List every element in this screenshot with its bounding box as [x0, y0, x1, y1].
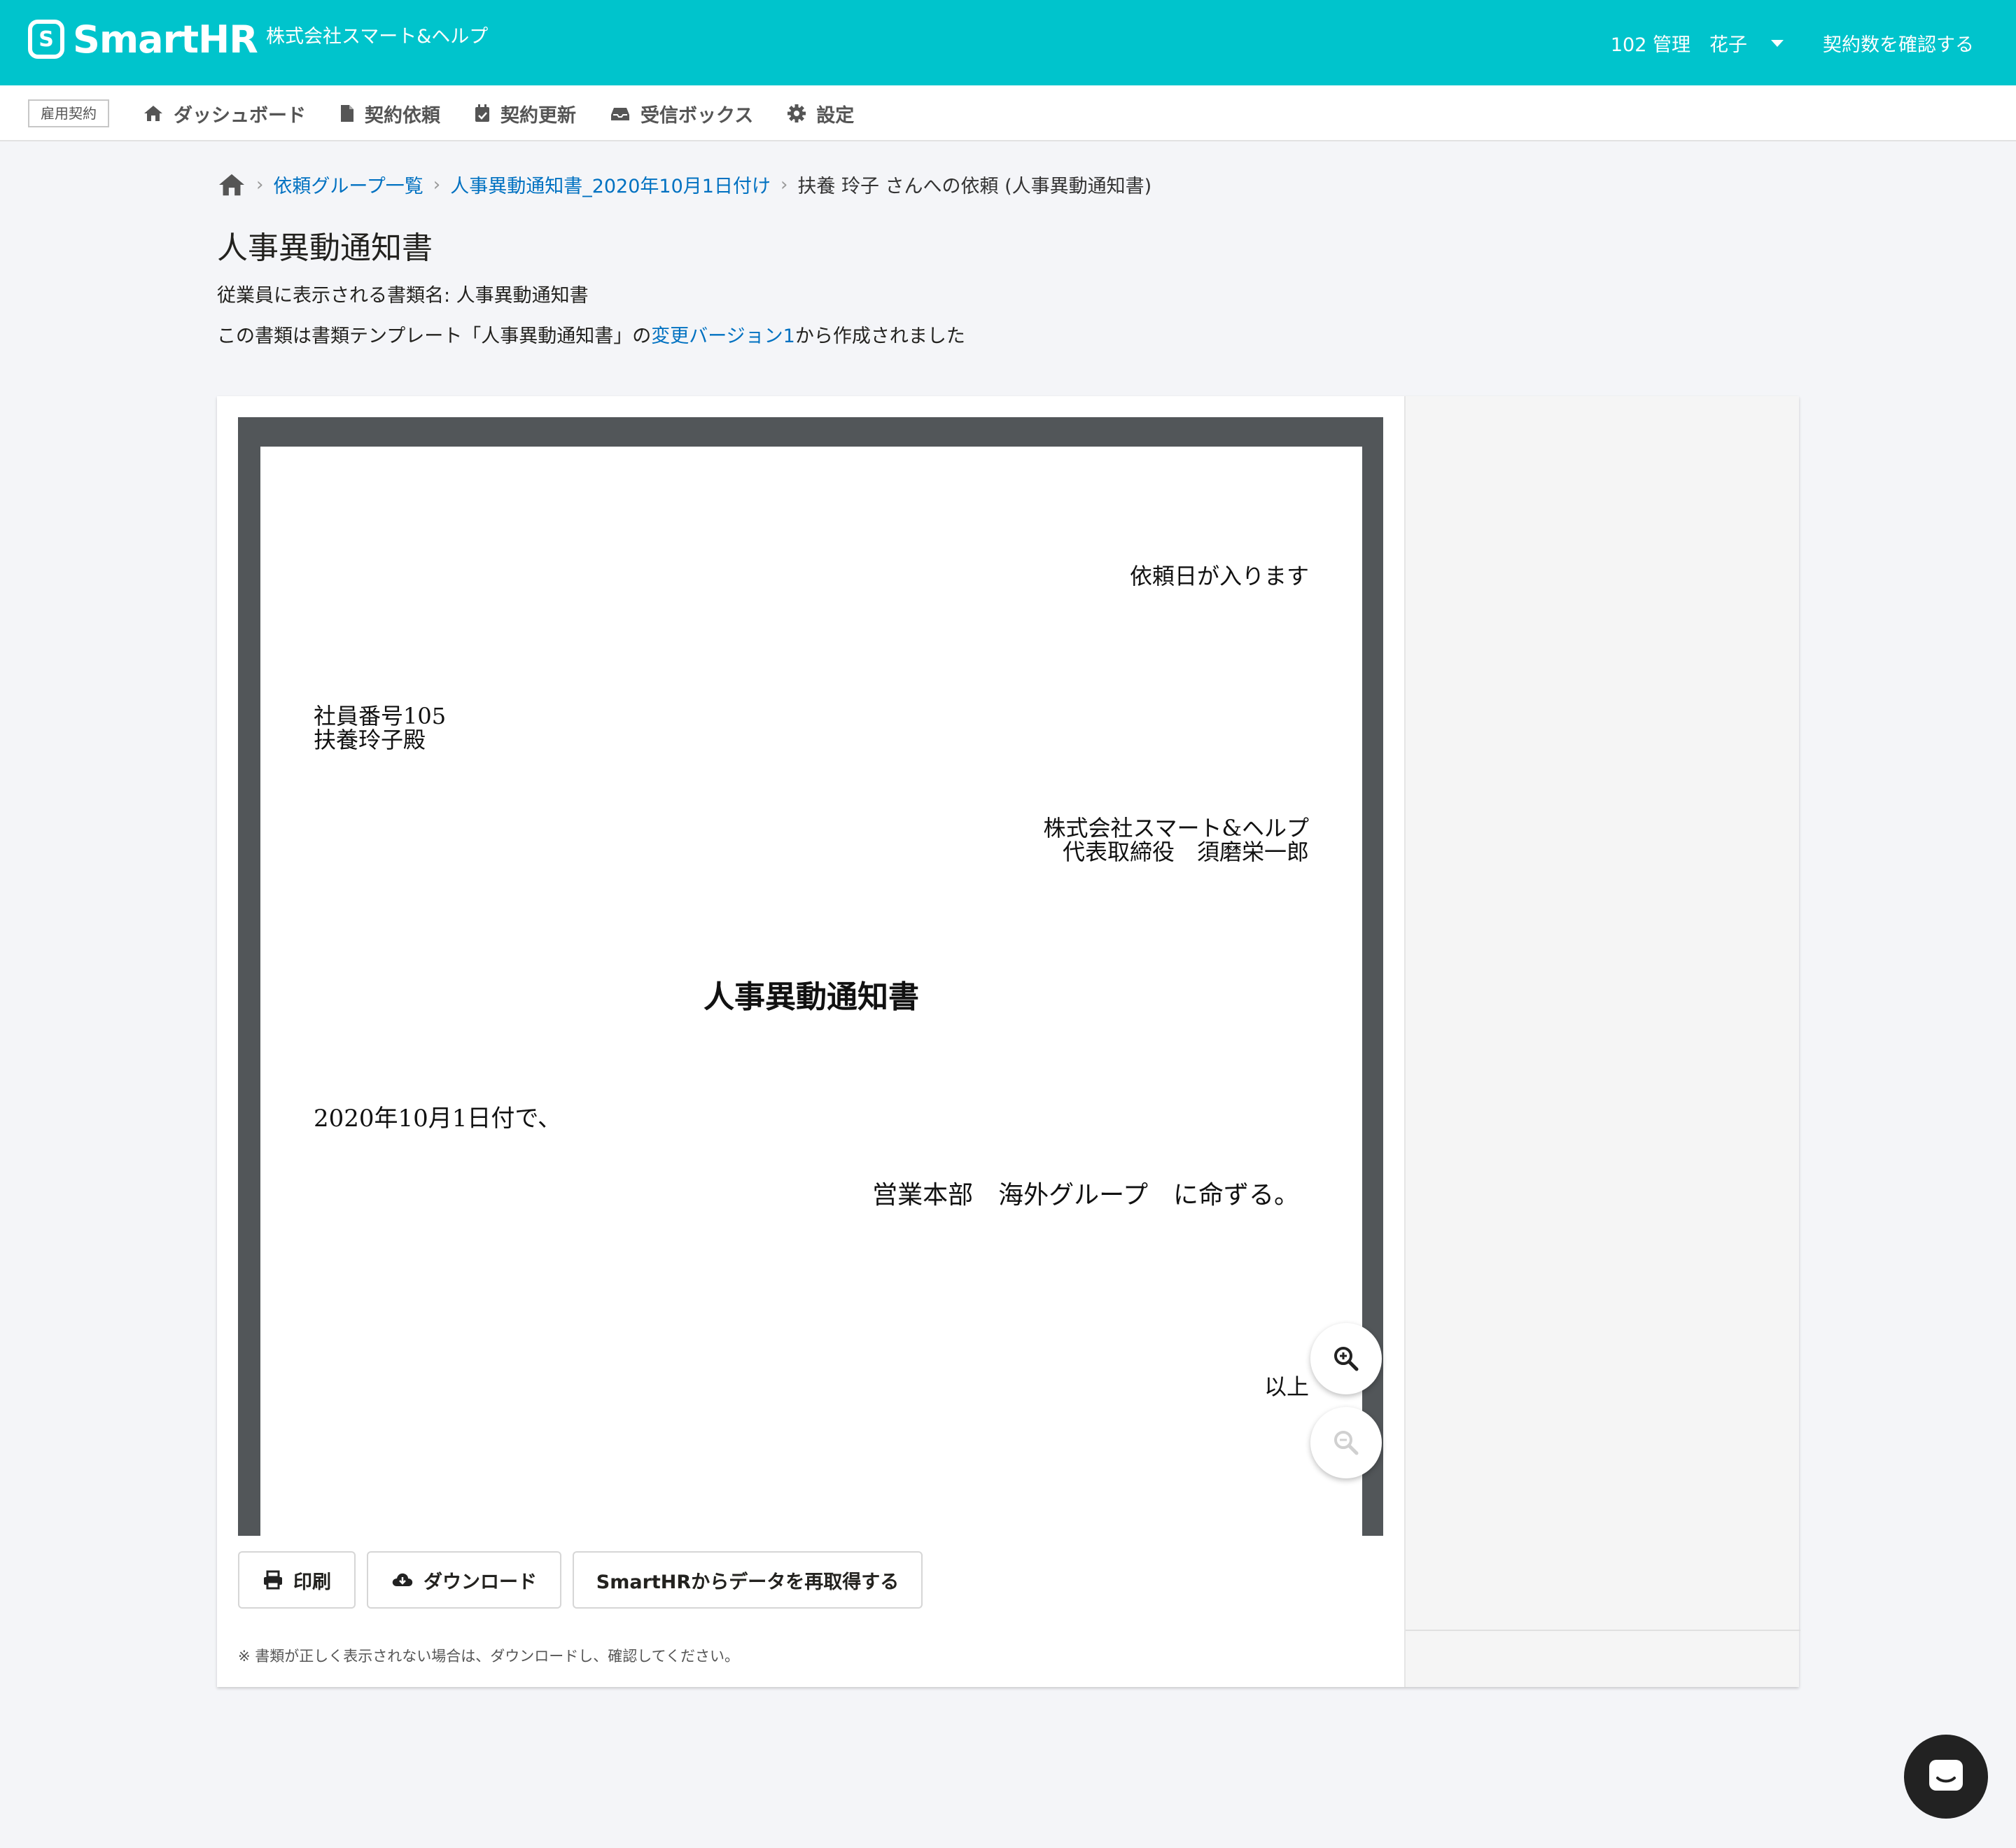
- breadcrumb: › 依頼グループ一覧 › 人事異動通知書_2020年10月1日付け › 扶養 玲…: [217, 171, 1152, 198]
- breadcrumb-current: 扶養 玲子 さんへの依頼 (人事異動通知書): [797, 176, 1152, 197]
- nav-items: ダッシュボード 契約依頼 契約更新 受信ボックス 設定: [143, 98, 888, 129]
- doc-company-block: 株式会社スマート&ヘルプ 代表取締役 須磨栄一郎: [1043, 816, 1309, 864]
- breadcrumb-request-groups[interactable]: 依頼グループ一覧: [273, 171, 423, 198]
- side-panel: [1404, 396, 1800, 1687]
- download-label: ダウンロード: [424, 1571, 537, 1593]
- inbox-icon: [611, 108, 629, 120]
- nav-item-settings[interactable]: 設定: [787, 98, 854, 129]
- doc-employee-no: 社員番号105: [314, 703, 447, 729]
- caret-down-icon[interactable]: [1771, 39, 1784, 47]
- user-menu[interactable]: 102 管理 花子: [1611, 29, 1747, 57]
- zoom-in-icon: [1334, 1347, 1359, 1371]
- display-name-text: 従業員に表示される書類名: 人事異動通知書: [217, 285, 589, 307]
- doc-date: 依頼日が入ります: [1129, 563, 1309, 589]
- print-label: 印刷: [293, 1571, 331, 1593]
- chevron-right-icon: ›: [780, 174, 788, 195]
- chat-icon: [1929, 1760, 1963, 1791]
- breadcrumb-request-group[interactable]: 人事異動通知書_2020年10月1日付け: [450, 171, 771, 198]
- smarthr-logo[interactable]: S SmartHR: [28, 17, 258, 62]
- nav-item-label: 契約依頼: [365, 104, 440, 127]
- doc-title: 人事異動通知書: [704, 979, 919, 1015]
- top-header: S SmartHR 株式会社スマート&ヘルプ 102 管理 花子 契約数を確認す…: [0, 0, 2016, 85]
- page-title: 人事異動通知書: [217, 230, 433, 266]
- header-right: 102 管理 花子 契約数を確認する: [1611, 29, 1974, 57]
- app-nav: 雇用契約 ダッシュボード 契約依頼 契約更新 受信ボックス 設定: [0, 85, 2016, 141]
- pdf-viewer[interactable]: 依頼日が入ります 社員番号105 扶養玲子殿 株式会社スマート&ヘルプ 代表取締…: [238, 417, 1383, 1536]
- chevron-right-icon: ›: [256, 174, 264, 195]
- document-card: 依頼日が入ります 社員番号105 扶養玲子殿 株式会社スマート&ヘルプ 代表取締…: [217, 396, 1800, 1687]
- chevron-right-icon: ›: [433, 174, 441, 195]
- zoom-in-button[interactable]: [1310, 1323, 1382, 1394]
- logo-mark-icon: S: [28, 20, 64, 59]
- template-version-link[interactable]: 変更バージョン1: [651, 326, 795, 347]
- printer-icon: [264, 1570, 282, 1590]
- nav-item-label: 受信ボックス: [640, 104, 754, 127]
- refetch-data-button[interactable]: SmartHRからデータを再取得する: [573, 1551, 923, 1609]
- calendar-icon: [475, 104, 489, 122]
- nav-item-label: ダッシュボード: [174, 104, 306, 127]
- nav-item-contract-request[interactable]: 契約依頼: [340, 98, 440, 129]
- chat-launcher-button[interactable]: [1904, 1735, 1988, 1819]
- template-info-prefix: この書類は書類テンプレート「人事異動通知書」の: [217, 326, 652, 347]
- doc-representative: 代表取締役 須磨栄一郎: [1062, 839, 1309, 865]
- document-icon: [341, 105, 354, 122]
- nav-item-label: 契約更新: [500, 104, 576, 127]
- document-page: 依頼日が入ります 社員番号105 扶養玲子殿 株式会社スマート&ヘルプ 代表取締…: [260, 447, 1362, 1536]
- gear-icon: [788, 104, 806, 122]
- print-button[interactable]: 印刷: [238, 1551, 356, 1609]
- template-info: この書類は書類テンプレート「人事異動通知書」の変更バージョン1から作成されました: [217, 321, 965, 348]
- doc-company: 株式会社スマート&ヘルプ: [1043, 815, 1309, 841]
- nav-item-contract-renewal[interactable]: 契約更新: [474, 98, 576, 129]
- home-icon: [144, 106, 162, 121]
- check-contracts-link[interactable]: 契約数を確認する: [1823, 29, 1974, 57]
- doc-line-2: 営業本部 海外グループ に命ずる。: [872, 1181, 1299, 1210]
- nav-item-inbox[interactable]: 受信ボックス: [610, 98, 753, 129]
- home-icon[interactable]: [217, 172, 246, 197]
- action-buttons: 印刷 ダウンロード SmartHRからデータを再取得する: [238, 1551, 934, 1609]
- download-button[interactable]: ダウンロード: [367, 1551, 561, 1609]
- zoom-out-button[interactable]: [1310, 1407, 1382, 1478]
- nav-item-dashboard[interactable]: ダッシュボード: [143, 98, 306, 129]
- template-info-suffix: から作成されました: [794, 326, 965, 347]
- doc-employee-name: 扶養玲子殿: [314, 727, 426, 753]
- doc-end: 以上: [1264, 1373, 1309, 1400]
- side-panel-divider: [1406, 1630, 1800, 1631]
- app-badge: 雇用契約: [28, 99, 109, 127]
- display-note: ※ 書類が正しく表示されない場合は、ダウンロードし、確認してください。: [238, 1648, 740, 1665]
- doc-employee: 社員番号105 扶養玲子殿: [314, 704, 446, 752]
- nav-item-label: 設定: [816, 104, 855, 127]
- zoom-out-icon: [1334, 1431, 1359, 1455]
- company-name: 株式会社スマート&ヘルプ: [266, 26, 489, 48]
- logo-text: SmartHR: [73, 17, 258, 62]
- cloud-download-icon: [392, 1573, 413, 1586]
- doc-line-1: 2020年10月1日付で、: [314, 1105, 562, 1133]
- refetch-label: SmartHRからデータを再取得する: [596, 1571, 899, 1593]
